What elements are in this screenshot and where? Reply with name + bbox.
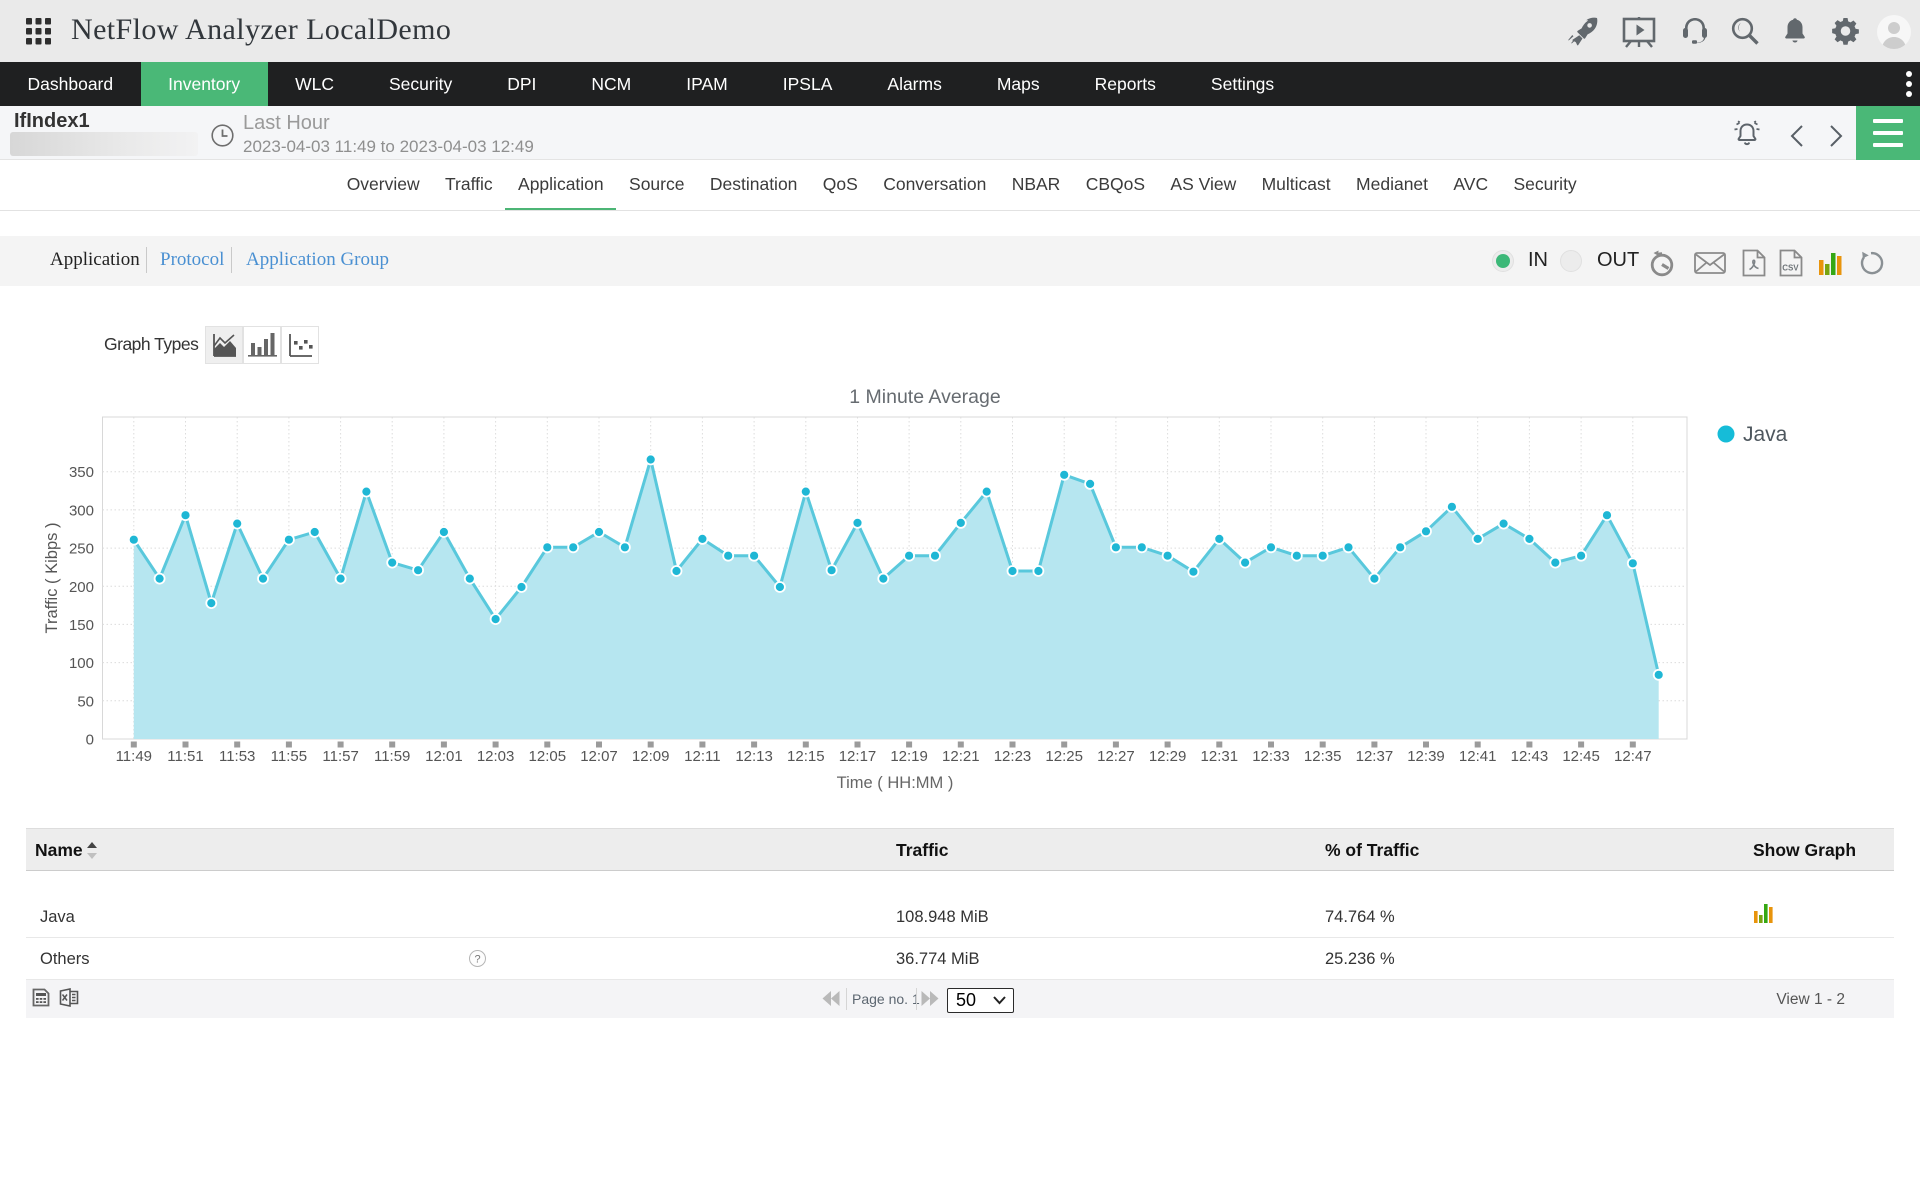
svg-text:12:09: 12:09: [632, 748, 670, 765]
svg-text:0: 0: [86, 732, 94, 749]
svg-text:11:59: 11:59: [374, 748, 410, 765]
svg-text:350: 350: [69, 464, 94, 481]
svg-text:12:05: 12:05: [529, 748, 567, 765]
svg-text:300: 300: [69, 502, 94, 519]
svg-text:12:47: 12:47: [1614, 748, 1652, 765]
svg-text:150: 150: [69, 617, 94, 634]
svg-text:12:31: 12:31: [1201, 748, 1239, 765]
svg-text:12:25: 12:25: [1045, 748, 1083, 765]
svg-text:12:07: 12:07: [580, 748, 618, 765]
svg-text:12:23: 12:23: [994, 748, 1032, 765]
svg-text:12:41: 12:41: [1459, 748, 1497, 765]
svg-text:12:15: 12:15: [787, 748, 825, 765]
svg-text:CSV: CSV: [1782, 264, 1799, 273]
svg-text:Time ( HH:MM ): Time ( HH:MM ): [837, 774, 954, 792]
svg-text:200: 200: [69, 579, 94, 596]
svg-text:Java: Java: [1743, 423, 1788, 446]
svg-text:12:29: 12:29: [1149, 748, 1187, 765]
svg-text:12:35: 12:35: [1304, 748, 1342, 765]
svg-text:?: ?: [474, 954, 480, 966]
svg-text:11:51: 11:51: [167, 748, 203, 765]
svg-text:12:17: 12:17: [839, 748, 877, 765]
svg-text:12:21: 12:21: [942, 748, 980, 765]
svg-text:12:01: 12:01: [425, 748, 463, 765]
svg-text:12:39: 12:39: [1407, 748, 1445, 765]
svg-text:Traffic ( Kibps ): Traffic ( Kibps ): [43, 523, 61, 634]
svg-text:250: 250: [69, 541, 94, 558]
svg-text:100: 100: [69, 655, 94, 672]
svg-text:12:45: 12:45: [1562, 748, 1600, 765]
svg-text:12:11: 12:11: [684, 748, 720, 765]
svg-text:11:53: 11:53: [219, 748, 255, 765]
svg-text:1 Minute Average: 1 Minute Average: [849, 386, 1000, 408]
svg-text:11:49: 11:49: [116, 748, 152, 765]
svg-text:12:13: 12:13: [735, 748, 773, 765]
svg-text:50: 50: [77, 693, 94, 710]
svg-text:12:27: 12:27: [1097, 748, 1135, 765]
svg-text:11:55: 11:55: [271, 748, 307, 765]
svg-text:12:03: 12:03: [477, 748, 515, 765]
svg-text:12:37: 12:37: [1356, 748, 1394, 765]
svg-text:11:57: 11:57: [322, 748, 358, 765]
svg-text:12:33: 12:33: [1252, 748, 1290, 765]
svg-text:12:43: 12:43: [1511, 748, 1549, 765]
svg-text:12:19: 12:19: [890, 748, 928, 765]
